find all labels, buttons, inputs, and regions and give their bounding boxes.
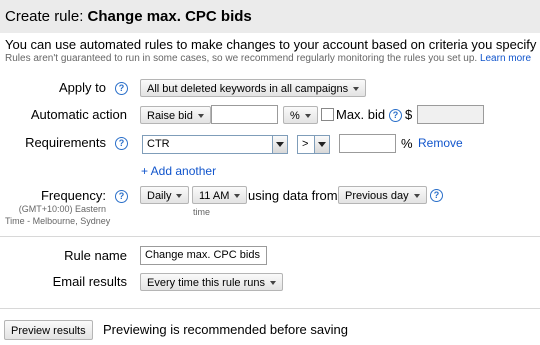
intro-text: You can use automated rules to make chan… bbox=[5, 37, 540, 52]
chevron-down-icon bbox=[234, 194, 241, 199]
remove-link[interactable]: Remove bbox=[418, 136, 463, 150]
help-icon[interactable]: ? bbox=[430, 189, 443, 202]
divider bbox=[0, 308, 540, 309]
metric-select[interactable]: CTR bbox=[142, 135, 288, 154]
help-icon[interactable]: ? bbox=[115, 82, 128, 95]
using-data-text: using data from bbox=[248, 188, 338, 203]
chevron-down-icon bbox=[314, 136, 329, 153]
percent-unit: % bbox=[401, 136, 413, 151]
help-icon[interactable]: ? bbox=[115, 190, 128, 203]
email-results-value: Every time this rule runs bbox=[147, 277, 265, 289]
max-bid-checkbox[interactable] bbox=[321, 108, 334, 121]
action-type-value: Raise bid bbox=[147, 110, 193, 122]
chevron-down-icon bbox=[269, 281, 276, 286]
bid-unit-value: % bbox=[290, 110, 300, 122]
chevron-down-icon bbox=[413, 194, 420, 199]
add-another-link[interactable]: + Add another bbox=[141, 164, 216, 178]
data-range-value: Previous day bbox=[345, 190, 409, 202]
preview-results-button[interactable]: Preview results bbox=[4, 320, 93, 340]
timezone-line-1: (GMT+10:00) Eastern bbox=[18, 204, 106, 214]
requirements-label: Requirements bbox=[25, 135, 106, 150]
page-header: Create rule: Change max. CPC bids bbox=[0, 0, 540, 33]
frequency-label: Frequency: bbox=[40, 188, 106, 203]
page-title: Create rule: Change max. CPC bids bbox=[5, 8, 252, 25]
email-results-dropdown[interactable]: Every time this rule runs bbox=[140, 273, 283, 291]
chevron-down-icon bbox=[272, 136, 287, 153]
disclaimer: Rules aren't guaranteed to run in some c… bbox=[5, 53, 531, 64]
timezone-line-2: Time - Melbourne, Sydney bbox=[5, 216, 111, 226]
apply-to-value: All but deleted keywords in all campaign… bbox=[147, 83, 349, 95]
preview-note: Previewing is recommended before saving bbox=[103, 322, 348, 337]
time-caption: time bbox=[193, 207, 211, 217]
chevron-down-icon bbox=[304, 114, 311, 119]
frequency-time-value: 11 AM bbox=[199, 190, 230, 202]
chevron-down-icon bbox=[176, 194, 183, 199]
frequency-period-value: Daily bbox=[147, 190, 172, 202]
operator-select[interactable]: > bbox=[297, 135, 330, 154]
frequency-time-dropdown[interactable]: 11 AM bbox=[192, 186, 248, 204]
disclaimer-text: Rules aren't guaranteed to run in some c… bbox=[5, 53, 478, 64]
data-range-dropdown[interactable]: Previous day bbox=[338, 186, 427, 204]
frequency-period-dropdown[interactable]: Daily bbox=[140, 186, 190, 204]
divider bbox=[0, 236, 540, 237]
apply-to-dropdown[interactable]: All but deleted keywords in all campaign… bbox=[140, 79, 367, 97]
bid-unit-dropdown[interactable]: % bbox=[283, 106, 318, 124]
operator-value: > bbox=[302, 138, 309, 150]
rule-title-name: Change max. CPC bids bbox=[87, 8, 252, 25]
max-bid-label: Max. bid bbox=[336, 107, 386, 122]
title-prefix: Create rule: bbox=[5, 8, 88, 25]
bid-amount-input[interactable] bbox=[211, 105, 278, 124]
apply-to-label: Apply to bbox=[59, 80, 106, 95]
chevron-down-icon bbox=[353, 87, 360, 92]
currency-symbol: $ bbox=[405, 107, 413, 122]
max-bid-input[interactable] bbox=[417, 105, 484, 124]
chevron-down-icon bbox=[197, 114, 204, 119]
action-type-dropdown[interactable]: Raise bid bbox=[140, 106, 211, 124]
metric-value: CTR bbox=[147, 138, 170, 150]
email-results-label: Email results bbox=[52, 274, 127, 289]
rule-name-label: Rule name bbox=[64, 248, 127, 263]
requirement-value-input[interactable] bbox=[339, 134, 396, 153]
help-icon[interactable]: ? bbox=[389, 109, 402, 122]
help-icon[interactable]: ? bbox=[115, 137, 128, 150]
automatic-action-label: Automatic action bbox=[30, 107, 127, 122]
rule-name-input[interactable]: Change max. CPC bids bbox=[140, 246, 267, 265]
learn-more-link[interactable]: Learn more bbox=[480, 53, 531, 64]
